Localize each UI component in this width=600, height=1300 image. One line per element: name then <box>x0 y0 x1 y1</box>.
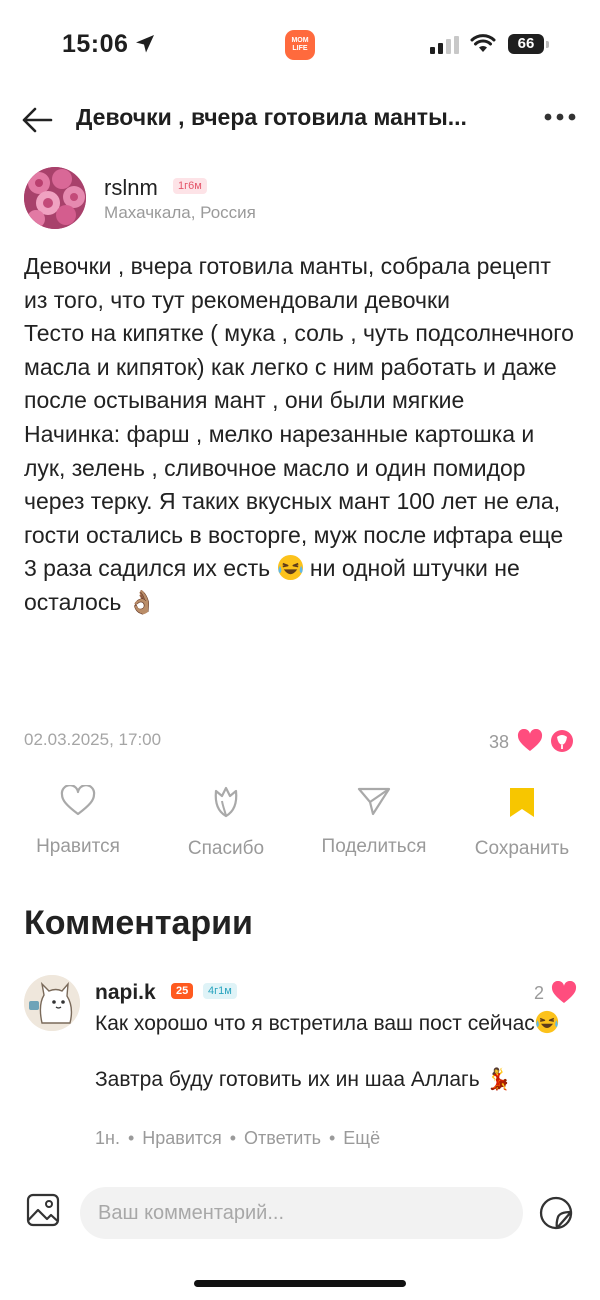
share-paper-plane-icon <box>357 787 391 816</box>
home-indicator[interactable] <box>194 1280 406 1287</box>
author-location: Махачкала, Россия <box>104 203 256 222</box>
reactions-count[interactable]: 38 <box>489 732 509 753</box>
comment-like-link[interactable]: Нравится <box>142 1128 221 1148</box>
comment-likes-count: 2 <box>534 983 545 1003</box>
membership-badge: 4г1м <box>203 983 237 999</box>
post-paragraph-last: Начинка: фарш , мелко нарезанные картошк… <box>24 418 579 620</box>
bookmark-icon <box>510 788 534 817</box>
post-paragraph: Тесто на кипятке ( мука , соль , чуть по… <box>24 320 574 414</box>
like-label: Нравится <box>36 836 120 857</box>
comment-author[interactable]: napi.k <box>95 981 156 1005</box>
save-button[interactable]: Сохранить <box>447 785 597 860</box>
image-attach-icon[interactable] <box>26 1193 60 1227</box>
battery-indicator: 66 <box>508 34 544 54</box>
status-bar: 15:06 MOM LIFE 66 <box>0 0 600 90</box>
wifi-icon <box>470 34 496 52</box>
page-title: Девочки , вчера готовила манты... <box>76 104 467 130</box>
comment-heart-icon[interactable] <box>551 981 577 1005</box>
comment-line: Как хорошо что я встретила ваш пост сейч… <box>95 1010 565 1039</box>
avatar-flowers-image <box>24 167 86 229</box>
laughing-tears-emoji-icon <box>277 555 303 581</box>
battery-tip <box>546 41 549 48</box>
comment-input-bar <box>0 1182 600 1242</box>
save-label: Сохранить <box>474 838 570 859</box>
more-options-icon[interactable] <box>543 112 577 122</box>
comment-line: Завтра буду готовить их ин шаа Аллагь 💃 <box>95 1066 565 1095</box>
comments-heading: Комментарии <box>24 904 253 942</box>
post-body: Девочки , вчера готовила манты, собрала … <box>24 250 579 620</box>
back-arrow-icon[interactable] <box>20 106 54 134</box>
cat-avatar-image <box>24 975 80 1031</box>
membership-badge: 1г6м <box>173 178 207 194</box>
comment-more-link[interactable]: Ещё <box>343 1128 380 1148</box>
separator-dot: • <box>127 1128 135 1148</box>
heart-outline-icon <box>60 785 96 816</box>
tulip-reaction-icon[interactable] <box>549 729 575 753</box>
location-arrow-icon <box>136 35 154 53</box>
user-level-badge: 25 <box>171 983 194 999</box>
post-date: 02.03.2025, 17:00 <box>24 730 162 749</box>
app-logo-icon: MOM LIFE <box>285 30 315 60</box>
share-button[interactable]: Поделиться <box>299 785 449 858</box>
comment-avatar[interactable] <box>24 975 80 1031</box>
ok-hand-emoji-icon: 👌🏽 <box>127 588 157 615</box>
thanks-label: Спасибо <box>187 838 265 859</box>
comment-input[interactable] <box>80 1187 523 1239</box>
comment-time: 1н. <box>95 1128 120 1148</box>
comment-text: Как хорошо что я встретила ваш пост сейч… <box>95 1010 565 1094</box>
separator-dot: • <box>328 1128 336 1148</box>
comment-meta: 1н. • Нравится • Ответить • Ещё <box>95 1128 380 1149</box>
like-button[interactable]: Нравится <box>3 785 153 858</box>
post-paragraph: Девочки , вчера готовила манты, собрала … <box>24 253 551 313</box>
comment-line-text: Как хорошо что я встретила ваш пост сейч… <box>95 1012 535 1035</box>
author-name[interactable]: rslnm <box>104 175 158 201</box>
comment-reply-link[interactable]: Ответить <box>244 1128 321 1148</box>
cellular-signal-icon <box>430 36 459 54</box>
tulip-outline-icon <box>214 786 238 818</box>
heart-reaction-icon[interactable] <box>517 729 543 753</box>
author-avatar[interactable] <box>24 167 86 229</box>
separator-dot: • <box>229 1128 237 1148</box>
post-actions: Нравится Спасибо Поделиться Сохранить <box>0 785 600 865</box>
comment-line-text: Завтра буду готовить их ин шаа Аллагь <box>95 1067 480 1091</box>
laughing-tears-emoji-icon <box>535 1010 558 1034</box>
post-header: Девочки , вчера готовила манты... <box>0 90 600 150</box>
status-time: 15:06 <box>62 30 129 58</box>
thanks-button[interactable]: Спасибо <box>151 785 301 860</box>
sticker-icon[interactable] <box>538 1195 574 1231</box>
dancer-emoji-icon: 💃 <box>485 1067 512 1091</box>
share-label: Поделиться <box>321 836 427 857</box>
